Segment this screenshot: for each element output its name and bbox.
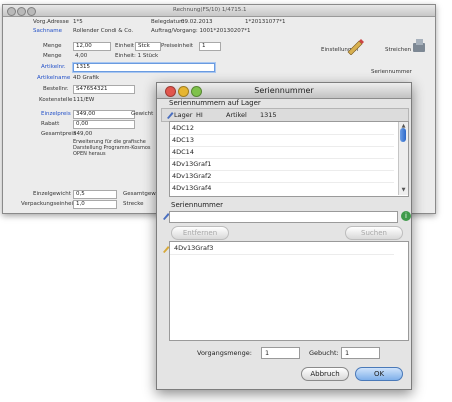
menge2-value: 4,00 <box>75 53 88 59</box>
artikel-label[interactable]: Artikelnr. <box>41 64 66 70</box>
artikel-value: 1315 <box>260 111 277 119</box>
vorgangsmenge-field[interactable]: 1 <box>261 347 300 359</box>
gewicht-label: Gewicht <box>131 111 154 117</box>
document-number: 1*20131077*1 <box>245 19 286 25</box>
assigned-list[interactable]: 4Dv13Graf3 <box>169 241 409 341</box>
seriennummer-dialog: Seriennummer Seriennummern auf Lager Lag… <box>156 82 412 390</box>
einzelgewicht-label: Einzelgewicht <box>33 191 71 197</box>
streichen-label[interactable]: Streichen <box>385 47 411 53</box>
gesamt-value: 349,00 <box>73 131 93 137</box>
list-item[interactable]: 4DC14 <box>172 147 194 158</box>
seriennummer-section-title: Seriennummer <box>171 201 224 209</box>
eraser-icon[interactable] <box>411 37 427 55</box>
info-icon[interactable]: i <box>401 211 411 221</box>
scroll-down-icon[interactable]: ▼ <box>399 187 408 193</box>
menge-field[interactable]: 12,00 <box>73 42 111 51</box>
verpackung-field[interactable]: 1,0 <box>73 200 117 209</box>
einzelgewicht-field[interactable]: 0,5 <box>73 190 117 199</box>
strecke-label: Strecke <box>123 201 144 207</box>
verpackung-label: Verpackungseinheit <box>21 201 76 207</box>
seriennummer-label: Seriennummer <box>371 69 412 75</box>
lager-value: HI <box>196 111 203 119</box>
pencil-icon <box>162 244 170 253</box>
list-item[interactable]: 4Dv13Graf2 <box>172 171 211 182</box>
window-title: Rechnung(FS/10) 1/4715.1 <box>173 7 247 13</box>
entfernen-button[interactable]: Entfernen <box>171 226 229 240</box>
belegdatum-label: Belegdatum <box>151 19 185 25</box>
artikelname-label[interactable]: Artikelname <box>37 75 70 81</box>
menge2-label: Menge <box>43 53 62 59</box>
suchen-button[interactable]: Suchen <box>345 226 403 240</box>
einheit-label: Einheit <box>115 43 135 49</box>
gesamt-label: Gesamtpreis <box>41 131 76 137</box>
vorg-adresse-label: Vorg.Adresse <box>33 19 69 25</box>
vorg-adresse-value: 1*5 <box>73 19 83 25</box>
rabatt-field[interactable]: 0,00 <box>73 120 135 129</box>
lager-header: Lager HI Artikel 1315 <box>161 108 409 122</box>
auftrag-ref: Auftrag/Vorgang: 1001*20130207*1 <box>151 28 251 34</box>
dialog-title: Seriennummer <box>254 86 314 95</box>
gesamtgew-label: Gesamtgew. <box>123 191 158 197</box>
vorgangsmenge-label: Vorgangsmenge: <box>197 349 252 357</box>
artikel-label: Artikel <box>226 111 247 119</box>
zoom-button[interactable] <box>27 7 36 16</box>
preiseinheit-label: Preiseinheit <box>161 43 194 49</box>
einzelpreis-label[interactable]: Einzelpreis <box>41 111 71 117</box>
kostenstelle-label: Kostenstelle <box>39 97 73 103</box>
sachname-value: Rollender Condi & Co. <box>73 28 134 34</box>
list-item[interactable]: 4Dv13Graf3 <box>174 243 213 254</box>
gebucht-label: Gebucht: <box>309 349 339 357</box>
minimize-button[interactable] <box>17 7 26 16</box>
list-item[interactable]: 4DC13 <box>172 135 194 146</box>
ok-button[interactable]: OK <box>355 367 403 381</box>
menge2-note: Einheit: 1 Stück <box>115 53 159 59</box>
menge-label: Menge <box>43 43 62 49</box>
sachname-label[interactable]: Sachname <box>33 28 62 34</box>
belegdatum-value: 09.02.2013 <box>181 19 213 25</box>
artikel-field[interactable]: 1315 <box>73 63 215 72</box>
gebucht-field[interactable]: 1 <box>341 347 380 359</box>
lager-section-title: Seriennummern auf Lager <box>169 99 261 107</box>
einheit-select[interactable]: Stck <box>135 42 161 51</box>
invoice-titlebar: Rechnung(FS/10) 1/4715.1 <box>3 5 435 17</box>
rabatt-label: Rabatt <box>41 121 60 127</box>
list-item[interactable]: 4Dv13Graf1 <box>172 159 211 170</box>
kostenstelle-value: 111/EW <box>73 97 95 103</box>
close-button[interactable] <box>7 7 16 16</box>
artikelname-value: 4D Grafik <box>73 75 100 81</box>
list-item[interactable]: 4Dv13Graf4 <box>172 183 211 194</box>
seriennummer-input[interactable] <box>169 211 398 223</box>
description-text: Erweiterung für die grafische Darstellun… <box>73 139 151 157</box>
dialog-titlebar: Seriennummer <box>157 83 411 99</box>
abbruch-button[interactable]: Abbruch <box>301 367 349 381</box>
einzelpreis-field[interactable]: 349,00 <box>73 110 135 119</box>
pencil-icon <box>166 110 174 119</box>
bestellnr-label: Bestellnr. <box>43 86 69 92</box>
lager-label: Lager <box>174 111 193 119</box>
bestellnr-field[interactable]: S47654321 <box>73 85 135 94</box>
lager-scrollbar[interactable]: ▲ ▼ <box>398 122 408 195</box>
list-item[interactable]: 4DC12 <box>172 123 194 134</box>
lager-list[interactable]: 4DC12 4DC13 4DC14 4Dv13Graf1 4Dv13Graf2 … <box>169 121 409 197</box>
scroll-thumb[interactable] <box>400 128 406 142</box>
preiseinheit-field[interactable]: 1 <box>199 42 221 51</box>
pencil-icon[interactable] <box>345 37 365 56</box>
